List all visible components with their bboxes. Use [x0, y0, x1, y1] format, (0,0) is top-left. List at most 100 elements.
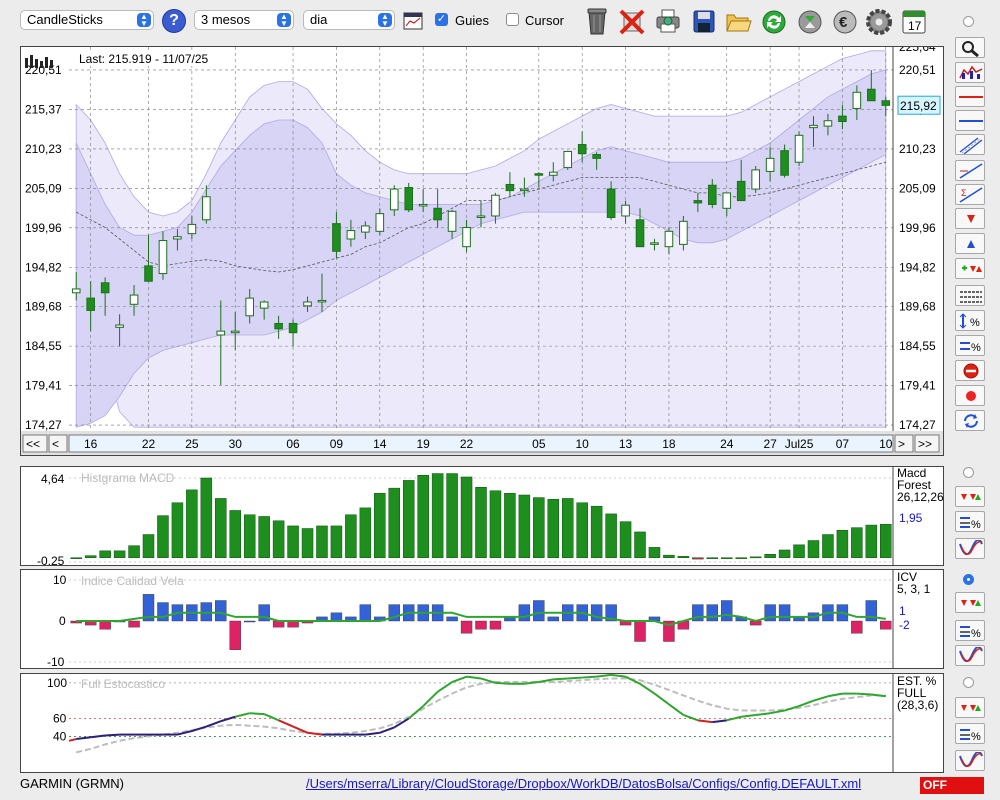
macd-bar	[359, 507, 372, 558]
candle-body	[274, 322, 283, 330]
y-tick-label: 4,64	[41, 472, 65, 486]
candle-body	[635, 219, 645, 248]
nav-prev-button[interactable]: <	[48, 434, 68, 453]
no-entry-icon[interactable]	[955, 360, 985, 381]
volume-bars-icon[interactable]	[24, 54, 54, 71]
macd-bar	[99, 550, 111, 558]
candlestick-icon[interactable]	[955, 62, 985, 83]
x-tick-label: 22	[142, 437, 156, 451]
record-icon[interactable]	[955, 385, 985, 406]
trend-line-icon[interactable]	[955, 160, 985, 181]
price-chart[interactable]: 174,27 174,27 179,41 179,41 184,55 184,55 189,…	[21, 47, 943, 455]
candle-body	[375, 213, 385, 232]
candle-body	[838, 115, 847, 122]
candle-body	[100, 282, 110, 294]
last-value-label: 215,92	[900, 99, 937, 113]
macd-bar	[749, 556, 762, 559]
trend-channel-icon[interactable]	[955, 134, 985, 155]
oscillator-curves-icon[interactable]	[955, 538, 985, 559]
y-tick-label-right: 220,51	[899, 63, 936, 77]
percent-range-icon[interactable]: %	[955, 310, 985, 331]
icv-bar	[460, 620, 473, 634]
candle-body	[317, 299, 327, 303]
y-tick-label-right: 189,68	[899, 300, 936, 314]
candle-body	[216, 330, 226, 336]
fibonacci-icon[interactable]: Σ	[955, 184, 985, 205]
macd-bar	[836, 529, 849, 558]
icv-value-label: 1	[899, 604, 906, 618]
save-icon[interactable]	[690, 6, 718, 36]
panel-title: Full Estocastico	[81, 677, 165, 691]
buy-sell-icon[interactable]	[955, 258, 985, 279]
nav-next-button[interactable]: >	[894, 434, 914, 453]
percent-lines-icon[interactable]: %	[955, 335, 985, 356]
alert-icon[interactable]	[796, 6, 824, 36]
horizontal-blue-line-icon[interactable]	[955, 110, 985, 131]
oscillator-curves-icon[interactable]	[955, 750, 985, 771]
chevron-updown-icon: ▲ ▼	[277, 13, 291, 28]
macd-panel-radio[interactable]	[963, 467, 974, 478]
interval-select[interactable]: dia ▲ ▼	[303, 10, 395, 30]
icv-bar	[590, 604, 603, 622]
buy-sell-arrows-icon[interactable]	[955, 486, 985, 507]
lines-percent-icon[interactable]: %	[955, 620, 985, 641]
icv-bar	[533, 600, 545, 622]
macd-chart[interactable]: 4,64-0,25Histgrama MACD MacdForest26,12,2…	[21, 466, 944, 568]
cursor-checkbox[interactable]	[506, 13, 519, 26]
euro-icon[interactable]: €	[831, 6, 859, 36]
y-tick-label: 10	[53, 573, 67, 587]
candle-body	[259, 301, 269, 309]
config-path-link[interactable]: /Users/mserra/Library/CloudStorage/Dropb…	[306, 776, 861, 791]
candle	[794, 131, 804, 167]
candle-body	[505, 183, 515, 192]
stoch-k-segment	[495, 681, 510, 685]
icv-panel-radio[interactable]	[963, 574, 974, 585]
open-folder-icon[interactable]	[724, 6, 752, 36]
candle-body	[115, 324, 124, 328]
candle-body	[71, 288, 81, 294]
guides-checkbox[interactable]: ✓	[435, 13, 448, 26]
icv-panel: 10 0 -10 Indice Calidad Vela ICV 5, 3, 1 1 -2	[20, 569, 944, 669]
arrow-down-red-icon[interactable]	[955, 208, 985, 229]
horizontal-red-line-icon[interactable]	[955, 86, 985, 107]
grid-lines-icon[interactable]	[955, 285, 985, 306]
macd-bar	[634, 531, 646, 558]
zoom-icon[interactable]	[955, 37, 985, 58]
x-tick-label: 10	[879, 437, 893, 451]
lines-percent-icon[interactable]: %	[955, 723, 985, 744]
nav-next-button-label: >	[898, 437, 905, 451]
stoch-panel-radio[interactable]	[963, 677, 974, 688]
printer-icon[interactable]	[654, 6, 682, 36]
nav-first-button[interactable]: <<	[22, 434, 48, 453]
price-panel: 174,27 174,27 179,41 179,41 184,55 184,55 189,…	[20, 46, 944, 456]
delete-icon[interactable]	[618, 6, 646, 36]
arrow-up-blue-icon[interactable]	[955, 233, 985, 254]
chart-window-icon[interactable]	[403, 12, 423, 30]
calendar-icon[interactable]: 17	[901, 8, 927, 35]
macd-bar	[460, 476, 473, 558]
candle-body	[346, 230, 356, 240]
buy-sell-arrows-icon[interactable]	[955, 697, 985, 718]
period-select[interactable]: 3 mesos ▲ ▼	[194, 10, 294, 30]
help-icon[interactable]: ?	[162, 9, 186, 33]
gear-icon[interactable]	[865, 6, 893, 36]
cursor-label: Cursor	[525, 13, 565, 28]
price-panel-radio[interactable]	[963, 16, 974, 27]
off-button[interactable]: OFF	[920, 777, 984, 794]
stochastic-chart[interactable]: 1006040Full Estocastico EST. %FULL(28,3,6…	[21, 673, 943, 772]
refresh-small-icon[interactable]	[955, 410, 985, 431]
oscillator-curves-icon[interactable]	[955, 645, 985, 666]
trash-icon[interactable]	[583, 6, 611, 36]
stoch-k-segment	[263, 713, 280, 722]
candle-body	[881, 100, 891, 106]
nav-last-button[interactable]: >>	[914, 434, 940, 453]
icv-chart[interactable]: 100-10Indice Calidad Vela ICV5, 3, 11-2	[21, 570, 943, 669]
lines-percent-icon[interactable]: %	[955, 511, 985, 532]
buy-sell-arrows-icon[interactable]	[955, 592, 985, 613]
macd-bar	[880, 523, 892, 558]
chart-type-select[interactable]: CandleSticks ▲ ▼	[20, 10, 154, 30]
legend-line: 26,12,26	[897, 490, 943, 504]
refresh-icon[interactable]	[760, 6, 788, 36]
svg-text:€: €	[839, 14, 848, 31]
chevron-updown-icon: ▲ ▼	[137, 13, 151, 28]
